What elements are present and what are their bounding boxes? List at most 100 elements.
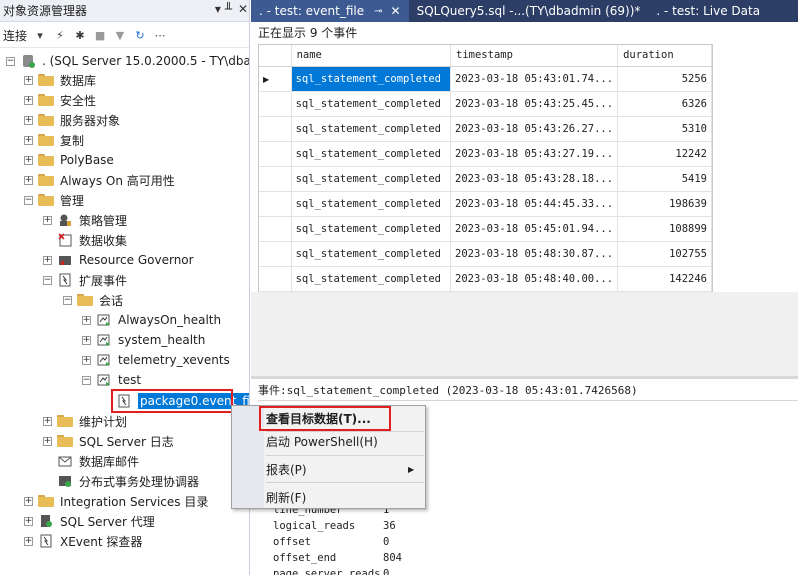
- expand-icon[interactable]: +: [24, 95, 33, 105]
- close-icon[interactable]: ✕: [391, 4, 401, 18]
- cell-duration[interactable]: 108899: [617, 216, 712, 242]
- tree-node-telemetry-xevents[interactable]: + telemetry_xevents: [82, 350, 230, 370]
- cell-timestamp[interactable]: 2023-03-18 05:48:30.87...: [450, 241, 619, 267]
- expand-icon[interactable]: +: [24, 516, 33, 526]
- expand-icon[interactable]: +: [82, 315, 91, 325]
- tree-node-alwayson-health[interactable]: + AlwaysOn_health: [82, 310, 221, 330]
- expand-icon[interactable]: +: [24, 135, 33, 145]
- tree-node-security[interactable]: + 安全性: [24, 90, 96, 110]
- tree-node-system-health[interactable]: + system_health: [82, 330, 205, 350]
- disconnect-plug-icon[interactable]: ✱: [73, 29, 87, 43]
- cell-name[interactable]: sql_statement_completed: [291, 241, 452, 267]
- tree-node-test[interactable]: − test: [82, 370, 141, 390]
- row-header[interactable]: [259, 116, 292, 142]
- stop-icon[interactable]: ■: [93, 29, 107, 43]
- expand-icon[interactable]: +: [24, 175, 33, 185]
- expand-icon[interactable]: +: [24, 75, 33, 85]
- menu-item-refresh[interactable]: 刷新(F): [266, 487, 306, 507]
- collapse-icon[interactable]: −: [43, 275, 52, 285]
- cell-duration[interactable]: 102755: [617, 241, 712, 267]
- row-header[interactable]: [259, 141, 292, 167]
- expand-icon[interactable]: +: [43, 416, 52, 426]
- panel-splitter[interactable]: [251, 376, 798, 379]
- table-row[interactable]: sql_statement_completed 2023-03-18 05:48:…: [259, 266, 712, 292]
- menu-item-reports[interactable]: 报表(P): [266, 459, 307, 479]
- cell-name[interactable]: sql_statement_completed: [291, 91, 452, 117]
- cell-duration[interactable]: 12242: [617, 141, 712, 167]
- expand-icon[interactable]: +: [82, 355, 91, 365]
- table-row[interactable]: sql_statement_completed 2023-03-18 05:43:…: [259, 166, 712, 192]
- detail-row[interactable]: logical_reads 36: [273, 520, 396, 536]
- table-row[interactable]: sql_statement_completed 2023-03-18 05:48:…: [259, 241, 712, 267]
- tree-node-server[interactable]: − . (SQL Server 15.0.2000.5 - TY\dbac: [6, 51, 249, 71]
- expand-icon[interactable]: +: [82, 335, 91, 345]
- cell-name[interactable]: sql_statement_completed: [291, 141, 452, 167]
- tree-node-resource-governor[interactable]: + Resource Governor: [43, 250, 194, 270]
- connect-plug-icon[interactable]: ⚡: [53, 29, 67, 43]
- detail-row[interactable]: offset_end 804: [273, 552, 402, 568]
- row-header[interactable]: [259, 266, 292, 292]
- column-header-timestamp[interactable]: timestamp: [450, 45, 619, 67]
- column-header-duration[interactable]: duration: [617, 45, 712, 67]
- cell-name[interactable]: sql_statement_completed: [291, 66, 452, 92]
- cell-duration[interactable]: 198639: [617, 191, 712, 217]
- cell-duration[interactable]: 5419: [617, 166, 712, 192]
- table-row[interactable]: sql_statement_completed 2023-03-18 05:43:…: [259, 116, 712, 142]
- cell-name[interactable]: sql_statement_completed: [291, 166, 452, 192]
- expand-icon[interactable]: +: [24, 536, 33, 546]
- expand-icon[interactable]: +: [24, 496, 33, 506]
- cell-duration[interactable]: 5310: [617, 116, 712, 142]
- expand-icon[interactable]: +: [24, 115, 33, 125]
- cell-duration[interactable]: 142246: [617, 266, 712, 292]
- cell-timestamp[interactable]: 2023-03-18 05:44:45.33...: [450, 191, 619, 217]
- expand-icon[interactable]: +: [43, 215, 52, 225]
- tree-node-integration-services[interactable]: + Integration Services 目录: [24, 491, 208, 511]
- tree-node-sessions[interactable]: − 会话: [63, 290, 123, 310]
- table-row[interactable]: sql_statement_completed 2023-03-18 05:43:…: [259, 141, 712, 167]
- cell-name[interactable]: sql_statement_completed: [291, 191, 452, 217]
- panel-options-icon[interactable]: ▾ ╨: [215, 2, 232, 16]
- tree-node-xevent-profiler[interactable]: + XEvent 探查器: [24, 531, 142, 551]
- tree-node-always-on[interactable]: + Always On 高可用性: [24, 170, 175, 190]
- tree-node-sql-agent[interactable]: + SQL Server 代理: [24, 511, 155, 531]
- tree-node-data-collection[interactable]: 数据收集: [57, 230, 127, 250]
- table-row[interactable]: sql_statement_completed 2023-03-18 05:44:…: [259, 191, 712, 217]
- cell-timestamp[interactable]: 2023-03-18 05:43:27.19...: [450, 141, 619, 167]
- detail-row[interactable]: page_server_reads 0: [273, 568, 389, 575]
- row-header[interactable]: [259, 216, 292, 242]
- cell-duration[interactable]: 6326: [617, 91, 712, 117]
- row-header[interactable]: ▶: [259, 66, 292, 92]
- cell-timestamp[interactable]: 2023-03-18 05:43:28.18...: [450, 166, 619, 192]
- table-row[interactable]: ▶ sql_statement_completed 2023-03-18 05:43…: [259, 66, 712, 92]
- cell-timestamp[interactable]: 2023-03-18 05:43:26.27...: [450, 116, 619, 142]
- detail-row[interactable]: offset 0: [273, 536, 389, 552]
- tree-node-server-objects[interactable]: + 服务器对象: [24, 110, 120, 130]
- cell-timestamp[interactable]: 2023-03-18 05:43:01.74...: [450, 66, 619, 92]
- row-header[interactable]: [259, 166, 292, 192]
- tree-node-dtc[interactable]: 分布式事务处理协调器: [57, 471, 199, 491]
- pin-icon[interactable]: ⊸: [374, 6, 382, 17]
- expand-icon[interactable]: +: [43, 436, 52, 446]
- refresh-icon[interactable]: ↻: [133, 29, 147, 43]
- row-header[interactable]: [259, 191, 292, 217]
- cell-timestamp[interactable]: 2023-03-18 05:43:25.45...: [450, 91, 619, 117]
- row-header[interactable]: [259, 241, 292, 267]
- cell-timestamp[interactable]: 2023-03-18 05:48:40.00...: [450, 266, 619, 292]
- panel-close-icon[interactable]: ✕: [238, 2, 248, 16]
- filter-icon[interactable]: ▼: [113, 29, 127, 43]
- tab-sqlquery5[interactable]: SQLQuery5.sql -...(TY\dbadmin (69))*: [409, 0, 649, 22]
- menu-item-start-powershell[interactable]: 启动 PowerShell(H): [266, 431, 378, 451]
- collapse-icon[interactable]: −: [24, 195, 33, 205]
- tree-node-replication[interactable]: + 复制: [24, 130, 84, 150]
- connect-button[interactable]: 连接: [3, 27, 27, 44]
- tree-node-management[interactable]: − 管理: [24, 190, 84, 210]
- collapse-icon[interactable]: −: [63, 295, 72, 305]
- row-header[interactable]: [259, 91, 292, 117]
- tree-node-sql-server-logs[interactable]: + SQL Server 日志: [43, 431, 174, 451]
- collapse-icon[interactable]: −: [82, 375, 91, 385]
- tree-node-database-mail[interactable]: 数据库邮件: [57, 451, 139, 471]
- cell-name[interactable]: sql_statement_completed: [291, 116, 452, 142]
- expand-icon[interactable]: +: [43, 255, 52, 265]
- tab-live-data[interactable]: . - test: Live Data: [648, 0, 768, 22]
- collapse-icon[interactable]: −: [6, 56, 15, 66]
